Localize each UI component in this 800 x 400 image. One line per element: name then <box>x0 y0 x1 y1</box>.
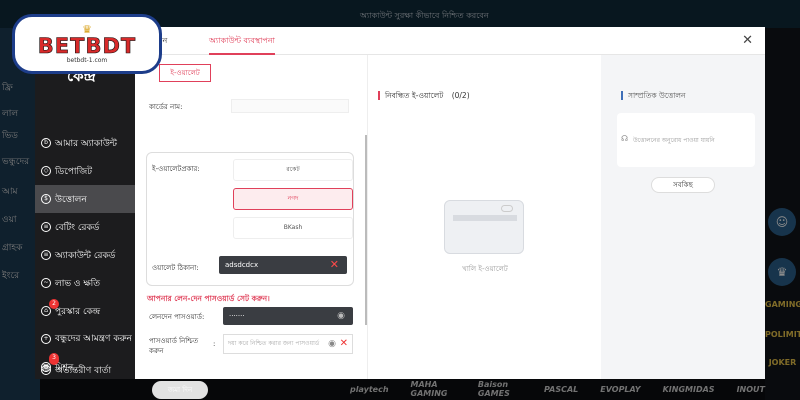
confirm-password-label: পাসওয়ার্ড নিশ্চিত করুন <box>149 337 199 355</box>
ewallet-form: ই-ওয়ালেট কার্ডের নাম: ই-ওয়ালেটপ্রকার: … <box>135 55 367 399</box>
sidebar-item-profit-loss[interactable]: ~ লাভ ও ক্ষতি <box>35 269 135 297</box>
wallet-option-bkash[interactable]: BKash <box>233 217 353 239</box>
empty-wallet-icon <box>444 200 524 254</box>
sidebar-item-label: উত্তোলন <box>55 194 87 205</box>
recent-withdrawals-title: সাম্প্রতিক উত্তোলন <box>621 91 686 100</box>
withdraw-icon: $ <box>41 194 51 204</box>
invite-icon: + <box>41 334 51 344</box>
empty-wallet-text: খালি ই-ওয়ালেট <box>462 265 508 273</box>
tx-password-label: লেনদেন পাসওয়ার্ড: <box>149 313 205 321</box>
list-icon: ≡ <box>41 250 51 260</box>
wallet-address-input[interactable]: adsdcdcx ✕ <box>219 256 347 274</box>
no-record-card: ☊ উত্তোলনের অনুরোধ পাওয়া যায়নি <box>617 113 755 167</box>
rewards-badge: 2 <box>49 299 59 309</box>
eye-icon[interactable]: ◉ <box>337 307 345 325</box>
tx-password-value: ······· <box>229 312 245 320</box>
eye-icon[interactable]: ◉ <box>328 335 336 353</box>
headset-icon: ☊ <box>621 134 629 143</box>
submit-button[interactable]: জমা দিন <box>152 381 208 399</box>
sidebar-item-label: লাভ ও ক্ষতি <box>55 278 100 289</box>
at-icon: @ <box>41 365 51 375</box>
deposit-icon: ◇ <box>41 166 51 176</box>
sidebar-item-my-account[interactable]: b আমার অ্যাকাউন্ট <box>35 129 135 157</box>
clear-icon[interactable]: ✕ <box>340 335 348 353</box>
clear-icon[interactable]: ✕ <box>330 256 339 274</box>
account-icon: b <box>41 138 51 148</box>
site-logo[interactable]: ♛ BETBDT betbdt-1.com <box>12 14 162 74</box>
registered-wallets-panel: নিবন্ধিত ই-ওয়ালেট (0/2) খালি ই-ওয়ালেট <box>367 55 601 379</box>
wallet-option-rocket[interactable]: রকেট <box>233 159 353 181</box>
logo-text: BETBDT <box>37 34 137 58</box>
confirm-password-placeholder: দয়া করে নিশ্চিত করার জন্য পাসওয়ার্ড <box>228 340 320 347</box>
tab-account-management[interactable]: অ্যাকাউন্ট ব্যবস্থাপনা <box>209 35 275 55</box>
confirm-password-colon: : <box>213 340 216 348</box>
sidebar-item-label: ডিপোজিট <box>55 166 93 177</box>
sidebar-item-betting-record[interactable]: ≡ বেটিং রেকর্ড <box>35 213 135 241</box>
sidebar-item-label: বন্ধুদের আমন্ত্রণ করুন <box>55 333 132 344</box>
sidebar-item-label: অভ্যন্তরীণ বার্তা <box>55 365 112 376</box>
confirm-password-input[interactable]: দয়া করে নিশ্চিত করার জন্য পাসওয়ার্ড ◉ … <box>223 334 353 354</box>
tab-ewallet[interactable]: ই-ওয়ালেট <box>159 64 211 82</box>
sidebar: কেন্দ্র b আমার অ্যাকাউন্ট ◇ ডিপোজিট $ উত… <box>35 55 135 379</box>
wallet-address-value: adsdcdcx <box>225 261 259 269</box>
chart-icon: ~ <box>41 278 51 288</box>
sidebar-item-label: পুরস্কার কেন্দ্র <box>55 306 101 317</box>
sidebar-item-label: বেটিং রেকর্ড <box>55 222 100 233</box>
account-modal: উত্তোলন অ্যাকাউন্ট ব্যবস্থাপনা ✕ কেন্দ্র… <box>35 27 765 399</box>
sidebar-item-label: অ্যাকাউন্ট রেকর্ড <box>55 250 116 261</box>
messages-badge: 3 <box>49 353 59 363</box>
sidebar-item-deposit[interactable]: ◇ ডিপোজিট <box>35 157 135 185</box>
wallets-count: (0/2) <box>451 91 470 100</box>
wallet-address-label: ওয়ালেট ঠিকানা: <box>152 264 199 272</box>
account-name-label: কার্ডের নাম: <box>149 103 183 111</box>
sidebar-item-withdraw[interactable]: $ উত্তোলন <box>35 185 135 213</box>
wallet-box: ই-ওয়ালেটপ্রকার: রকেট নগদ BKash ওয়ালেট … <box>146 152 354 286</box>
set-password-warning: আপনার লেন-দেন পাসওয়ার্ড সেট করুন। <box>147 294 270 303</box>
registered-wallets-title: নিবন্ধিত ই-ওয়ালেট (0/2) <box>378 91 470 100</box>
wallet-type-label: ই-ওয়ালেটপ্রকার: <box>152 165 200 173</box>
logo-subtext: betbdt-1.com <box>66 57 108 64</box>
record-icon: ≡ <box>41 222 51 232</box>
sidebar-item-account-record[interactable]: ≡ অ্যাকাউন্ট রেকর্ড <box>35 241 135 269</box>
tx-password-input[interactable]: ······· ◉ <box>223 307 353 325</box>
card-chip <box>501 205 513 212</box>
registered-wallets-title-text: নিবন্ধিত ই-ওয়ালেট <box>385 91 444 100</box>
sidebar-item-label: আমার অ্যাকাউন্ট <box>55 138 117 149</box>
wallet-option-nagad[interactable]: নগদ <box>233 188 353 210</box>
account-name-field[interactable] <box>231 99 349 113</box>
sidebar-item-invite-friends[interactable]: + বন্ধুদের আমন্ত্রণ করুন <box>35 323 135 355</box>
modal-tabs: উত্তোলন অ্যাকাউন্ট ব্যবস্থাপনা ✕ <box>135 27 765 55</box>
view-all-button[interactable]: সবকিছ <box>651 177 715 193</box>
close-icon[interactable]: ✕ <box>742 33 753 48</box>
no-record-text: উত্তোলনের অনুরোধ পাওয়া যায়নি <box>633 137 715 144</box>
recent-withdrawals-panel: সাম্প্রতিক উত্তোলন ☊ উত্তোলনের অনুরোধ পা… <box>601 55 765 379</box>
